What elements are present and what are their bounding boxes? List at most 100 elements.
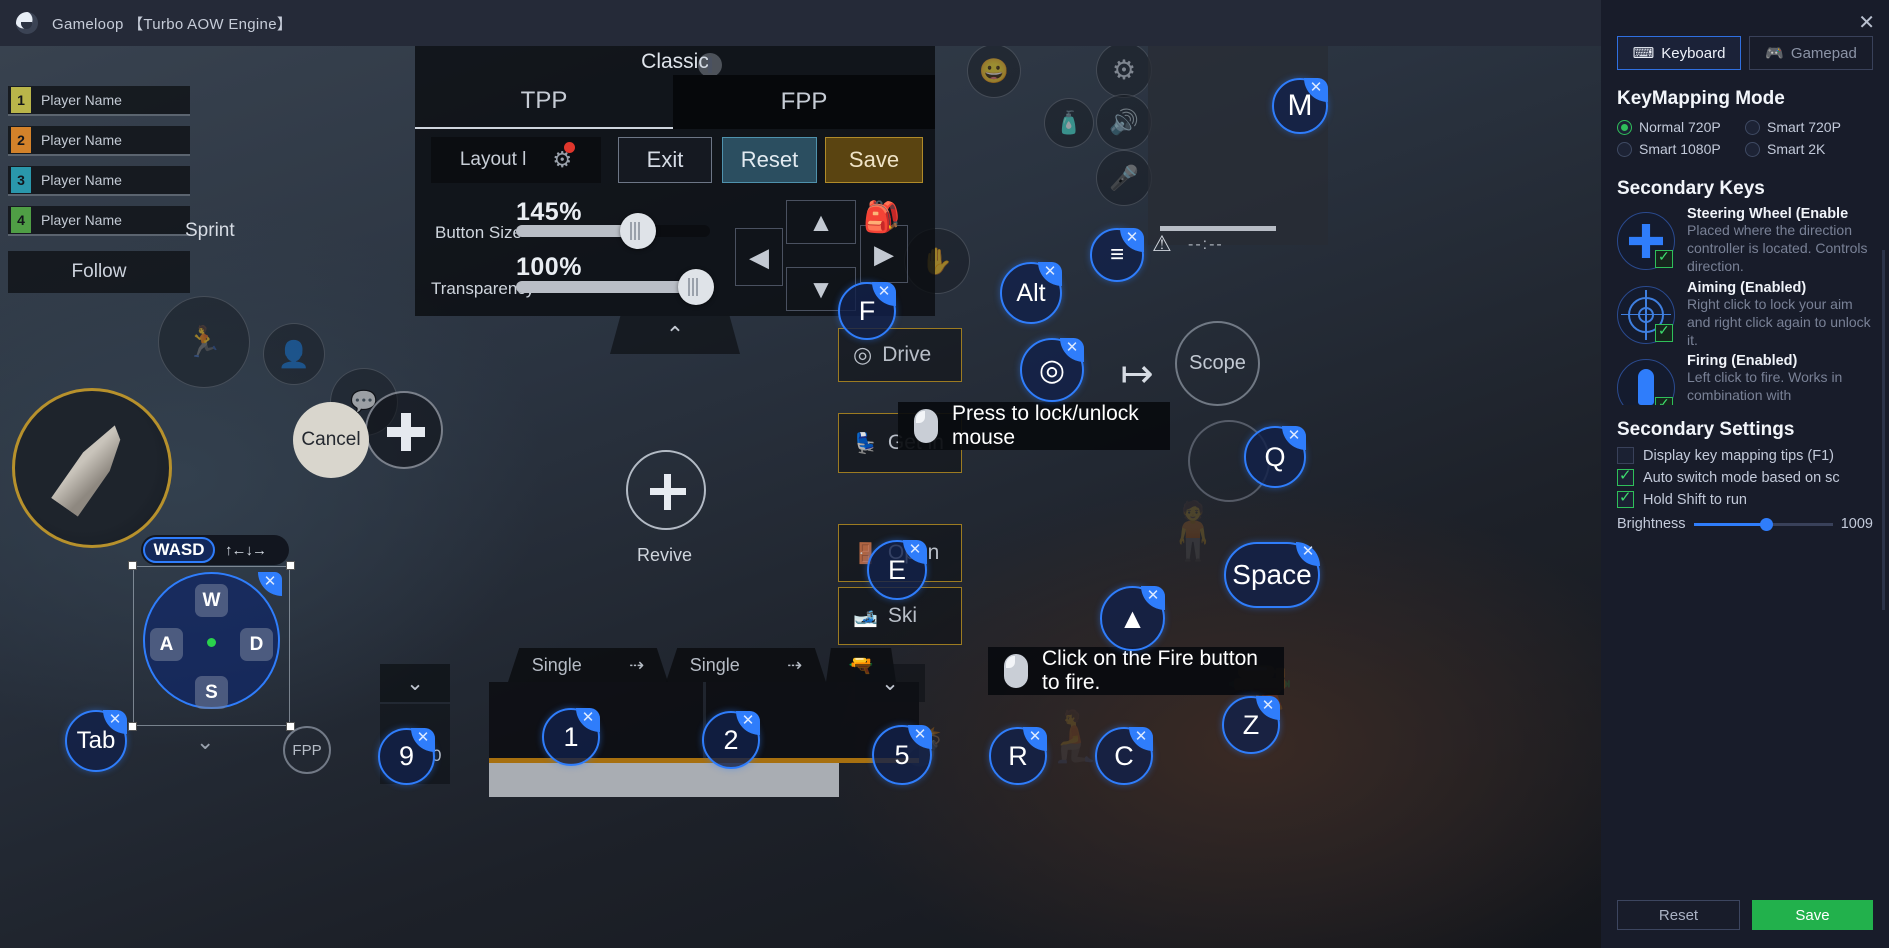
keytoken-tab[interactable]: Tab ✕ [65, 710, 127, 772]
keytoken-2[interactable]: 2 ✕ [702, 711, 760, 769]
secondary-key-steering-wheel[interactable]: Steering Wheel (Enable Placed where the … [1617, 206, 1873, 276]
tab-fpp[interactable]: FPP [673, 75, 935, 129]
button-size-track[interactable] [516, 225, 710, 237]
keytoken-9[interactable]: 9 ✕ [378, 728, 435, 785]
keytoken-5[interactable]: 5 ✕ [872, 725, 932, 785]
firemode-2-label: Single [689, 654, 740, 675]
exit-label: Exit [646, 147, 684, 172]
keytoken-z[interactable]: Z ✕ [1222, 696, 1280, 754]
keytoken-r[interactable]: R ✕ [989, 727, 1047, 785]
keytoken-remove-icon[interactable]: ✕ [903, 540, 927, 564]
chevron-down-icon[interactable]: ⌄ [196, 729, 214, 755]
checkbox-display-key-mapping-tips[interactable]: Display key mapping tips (F1) [1617, 447, 1873, 465]
resize-handle-tl[interactable] [128, 561, 137, 570]
tab-gamepad[interactable]: 🎮 Gamepad [1749, 36, 1873, 70]
microphone-icon[interactable]: 🎤 [1096, 150, 1152, 206]
brightness-slider[interactable] [1693, 517, 1833, 531]
radio-smart-2k[interactable]: Smart 2K [1745, 141, 1873, 157]
keytoken-remove-icon[interactable]: ✕ [908, 725, 932, 749]
keytoken-5-label: 5 [894, 739, 910, 770]
cancel-button[interactable]: Cancel [293, 402, 369, 478]
keytoken-space[interactable]: Space ✕ [1224, 542, 1320, 608]
keytoken-remove-icon[interactable]: ✕ [411, 728, 435, 752]
exit-button[interactable]: Exit [618, 137, 712, 183]
steering-wheel-checkbox[interactable] [1655, 248, 1673, 268]
aiming-checkbox[interactable] [1655, 322, 1673, 342]
keymapping-sidebar: ✕ ⌨ Keyboard 🎮 Gamepad KeyMapping Mode N… [1601, 0, 1889, 948]
scope-button[interactable]: Scope [1175, 321, 1260, 406]
checkbox-auto-switch-mode[interactable]: Auto switch mode based on sc [1617, 469, 1873, 487]
weapon-firemode-2[interactable]: Single ⇢ [666, 648, 826, 682]
sidebar-reset-button[interactable]: Reset [1617, 900, 1740, 930]
steering-wheel-icon: ◎ [853, 342, 873, 367]
follow-button[interactable]: Follow [8, 251, 190, 293]
brightness-knob[interactable] [1759, 517, 1773, 531]
panel-collapse-button[interactable]: ⌃ [610, 316, 740, 354]
spray-can-icon[interactable]: 🧴 [1044, 98, 1094, 148]
settings-gear-icon[interactable]: ⚙ [1096, 46, 1152, 98]
arrow-left-button[interactable]: ◀ [735, 228, 783, 286]
panel-save-button[interactable]: Save [825, 137, 923, 183]
keytoken-f[interactable]: F ✕ [838, 282, 896, 340]
resize-handle-tr[interactable] [286, 561, 295, 570]
keytoken-remove-icon[interactable]: ✕ [872, 282, 896, 306]
gear-icon[interactable]: ⚙ [552, 142, 576, 173]
keytoken-z-label: Z [1242, 709, 1260, 740]
backpack-icon[interactable]: 🎒 [863, 200, 921, 244]
mode-info-icon[interactable] [698, 53, 722, 77]
speaker-icon[interactable]: 🔊 [1096, 94, 1152, 150]
key-w[interactable]: W [195, 584, 228, 617]
steering-wheel-title: Steering Wheel (Enable [1687, 206, 1849, 222]
wasd-mode-pill[interactable]: WASD ↑←↓→ [141, 535, 289, 565]
secondary-key-aiming[interactable]: Aiming (Enabled) Right click to lock you… [1617, 280, 1873, 350]
keytoken-remove-icon[interactable]: ✕ [1282, 426, 1306, 450]
resize-handle-bl[interactable] [128, 722, 137, 731]
fire-crosshair-icon[interactable] [365, 391, 443, 469]
button-size-knob[interactable] [620, 213, 656, 249]
tab-tpp[interactable]: TPP [415, 75, 673, 129]
weapon-firemode-1[interactable]: Single ⇢ [508, 648, 668, 682]
throwables-collapse-button[interactable]: ⌄ [855, 664, 925, 702]
secondary-key-firing[interactable]: Firing (Enabled) Left click to fire. Wor… [1617, 353, 1873, 406]
radio-normal-720p[interactable]: Normal 720P [1617, 119, 1745, 135]
keytoken-fire[interactable]: ▲ ✕ [1100, 586, 1165, 651]
keytoken-aim[interactable]: ◎ ✕ [1020, 338, 1084, 402]
layout-selector[interactable]: Layout l ⚙ [431, 137, 601, 183]
sidebar-save-button[interactable]: Save [1752, 900, 1873, 930]
keytoken-remove-icon[interactable]: ✕ [736, 711, 760, 735]
checkbox-hold-shift-to-run[interactable]: Hold Shift to run [1617, 491, 1873, 509]
panel-reset-button[interactable]: Reset [722, 137, 817, 183]
player-row: 3 Player Name [8, 166, 190, 196]
checkbox-auto-switch-label: Auto switch mode based on sc [1643, 469, 1840, 486]
minimap-panel[interactable] [1148, 46, 1328, 245]
keytoken-e[interactable]: E ✕ [867, 540, 927, 600]
inventory-collapse-button[interactable]: ⌄ [380, 664, 450, 702]
keytoken-remove-icon[interactable]: ✕ [576, 708, 600, 732]
voice-chat-icon[interactable]: 👤 [263, 323, 325, 385]
keytoken-alt[interactable]: Alt ✕ [1000, 262, 1062, 324]
keytoken-sprint[interactable]: ≡ ✕ [1090, 228, 1144, 282]
keytoken-c[interactable]: C ✕ [1095, 727, 1153, 785]
gameloop-window: Gameloop 【Turbo AOW Engine】 ✕ 1 Player N… [0, 0, 1889, 948]
sidebar-close-icon[interactable]: ✕ [1858, 10, 1875, 35]
transparency-knob[interactable] [678, 269, 714, 305]
secondary-settings-heading: Secondary Settings [1617, 419, 1795, 441]
game-viewport: 1 Player Name 2 Player Name 3 Player Nam… [0, 46, 1601, 948]
sprint-toggle-icon[interactable]: 🏃 [158, 296, 250, 388]
keytoken-remove-icon[interactable]: ✕ [1256, 696, 1280, 720]
fpp-toggle-button[interactable]: FPP [283, 726, 331, 774]
keytoken-1[interactable]: 1 ✕ [542, 708, 600, 766]
revive-button[interactable] [626, 450, 706, 530]
player-name: Player Name [41, 132, 122, 148]
keytoken-m[interactable]: M ✕ [1272, 78, 1328, 134]
emote-icon[interactable]: 😀 [967, 46, 1021, 98]
tab-keyboard[interactable]: ⌨ Keyboard [1617, 36, 1741, 70]
keytoken-q[interactable]: Q ✕ [1244, 426, 1306, 488]
firing-checkbox[interactable] [1655, 395, 1673, 406]
tab-gamepad-label: Gamepad [1790, 44, 1857, 62]
sidebar-scrollbar[interactable] [1882, 250, 1885, 610]
radio-smart-1080p[interactable]: Smart 1080P [1617, 141, 1745, 157]
keytoken-sprint-label: ≡ [1109, 241, 1124, 268]
radio-smart-720p[interactable]: Smart 720P [1745, 119, 1873, 135]
arrow-up-button[interactable]: ▲ [786, 200, 856, 244]
